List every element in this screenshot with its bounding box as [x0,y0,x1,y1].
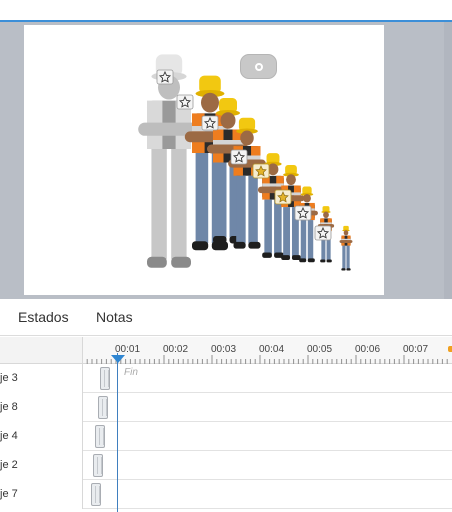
timeline-panel: 00:01 00:02 00:03 00:04 00:05 00:06 00:0… [0,337,452,512]
star-icon [176,94,194,110]
panel-tabs: Estados Notas [0,299,452,336]
playhead-line[interactable] [117,353,118,512]
star-icon [201,115,219,131]
tab-estados[interactable]: Estados [18,309,69,325]
ruler-label: 00:06 [355,344,381,355]
worker-ghost [138,54,200,268]
workers-illustration [138,54,353,271]
timeline-header-spacer [0,337,83,364]
time-ruler[interactable]: 00:01 00:02 00:03 00:04 00:05 00:06 00:0… [83,337,452,364]
ruler-label: 00:02 [163,344,189,355]
timeline-row[interactable]: je 8 [0,393,452,422]
timeline-clip[interactable] [93,454,103,477]
row-label: je 2 [0,451,83,480]
top-strip [0,0,452,21]
timeline-row[interactable]: je 4 [0,422,452,451]
timeline-clip[interactable] [95,425,105,448]
ruler-label: 00:01 [115,344,141,355]
ruler-label: 00:04 [259,344,285,355]
tab-notas[interactable]: Notas [96,309,133,325]
timeline-row[interactable]: je 2 [0,451,452,480]
slide-canvas[interactable] [24,25,384,295]
ruler-label: 00:05 [307,344,333,355]
timeline-clip[interactable] [91,483,101,506]
star-icon [314,225,332,241]
star-icon [230,149,248,165]
record-icon [255,63,263,71]
timeline-row[interactable]: je 3 [0,364,452,393]
timeline-row[interactable]: je 7 [0,480,452,509]
playhead-icon[interactable] [111,355,125,363]
ruler-marker [448,346,452,352]
record-button[interactable] [240,54,277,79]
star-icon [294,205,312,221]
ruler-label: 00:03 [211,344,237,355]
stage-area [0,22,452,299]
star-icon [252,163,270,179]
star-icon [156,69,174,85]
row-label: je 3 [0,364,83,393]
row-label: je 4 [0,422,83,451]
ruler-label: 00:07 [403,344,429,355]
timeline-clip[interactable] [98,396,108,419]
row-label: je 8 [0,393,83,422]
timeline-clip[interactable] [100,367,110,390]
star-icon [274,189,292,205]
app-window: Estados Notas 00:01 00:02 00:03 00:04 00… [0,0,452,512]
end-label: Fin [124,367,138,378]
worker-8 [339,225,353,271]
row-label: je 7 [0,480,83,509]
stage-scroll-gutter [444,22,452,299]
